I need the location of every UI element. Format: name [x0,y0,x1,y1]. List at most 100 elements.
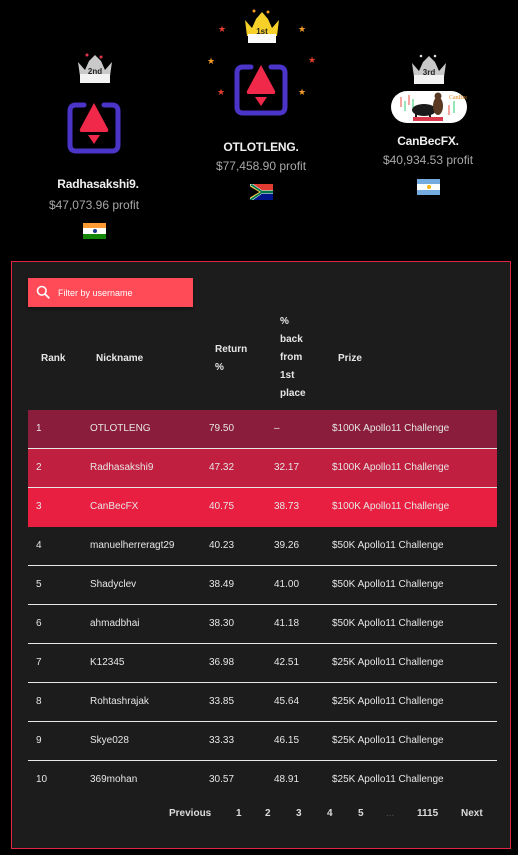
cell-rank: 9 [36,735,42,746]
cell-back: – [274,423,280,434]
cell-nickname: Rohtashrajak [90,696,149,707]
crown-rank-label: 2nd [88,67,102,76]
header-back-from-first[interactable]: % back from 1st place [280,313,306,403]
cell-back: 41.00 [274,579,300,590]
cell-nickname: CanBecFX [90,501,139,512]
cell-return: 33.33 [209,735,235,746]
cell-return: 38.49 [209,579,235,590]
header-return[interactable]: Return % [215,341,247,377]
table-row[interactable]: 8 Rohtashrajak 33.85 45.64 $25K Apollo11… [28,683,497,722]
pagination: Previous 1 2 3 4 5 ... 1115 Next [12,800,512,830]
table-row[interactable]: 4 manuelherreragt29 40.23 39.26 $50K Apo… [28,527,497,566]
cell-nickname: manuelherreragt29 [90,540,175,551]
podium-profit: $47,073.96 profit [48,198,140,212]
table-row[interactable]: 9 Skye028 33.33 46.15 $25K Apollo11 Chal… [28,722,497,761]
cell-back: 48.91 [274,774,300,785]
search-icon [36,285,50,299]
page-3-button[interactable]: 3 [296,808,302,819]
last-page-button[interactable]: 1115 [417,808,438,819]
header-return-line: % [215,362,224,373]
podium-profit: $40,934.53 profit [382,153,474,167]
table-header: Rank Nickname Return % % back from 1st p… [28,316,497,406]
table-row[interactable]: 7 K12345 36.98 42.51 $25K Apollo11 Chall… [28,644,497,683]
cell-back: 41.18 [274,618,300,629]
cell-rank: 10 [36,774,48,785]
argentina-flag-icon [417,179,440,195]
cell-prize: $50K Apollo11 Challenge [332,579,444,590]
south-africa-flag-icon [250,184,273,200]
cell-nickname: 369mohan [90,774,138,785]
india-flag-icon [83,223,106,239]
header-return-line: Return [215,344,248,355]
table-row[interactable]: 3 CanBecFX 40.75 38.73 $100K Apollo11 Ch… [28,488,497,527]
brand-logo-avatar [234,64,288,116]
cell-nickname: OTLOTLENG [90,423,151,434]
cell-return: 36.98 [209,657,235,668]
table-row[interactable]: 5 Shadyclev 38.49 41.00 $50K Apollo11 Ch… [28,566,497,605]
podium-name: CanBecFX. [397,134,459,148]
header-nickname[interactable]: Nickname [96,350,143,368]
cell-rank: 5 [36,579,42,590]
cell-rank: 1 [36,423,42,434]
table-row[interactable]: 2 Radhasakshi9 47.32 32.17 $100K Apollo1… [28,449,497,488]
cell-return: 38.30 [209,618,235,629]
cell-prize: $100K Apollo11 Challenge [332,462,450,473]
cell-prize: $25K Apollo11 Challenge [332,657,444,668]
cell-rank: 3 [36,501,42,512]
cell-nickname: Skye028 [90,735,129,746]
brand-logo-avatar [67,102,121,154]
table-row[interactable]: 6 ahmadbhai 38.30 41.18 $50K Apollo11 Ch… [28,605,497,644]
next-page-button[interactable]: Next [461,808,483,819]
cell-return: 30.57 [209,774,235,785]
cell-nickname: Radhasakshi9 [90,462,154,473]
cell-back: 39.26 [274,540,300,551]
leaderboard-rows: 1 OTLOTLENG 79.50 – $100K Apollo11 Chall… [28,410,497,799]
header-prize[interactable]: Prize [338,350,362,368]
cell-return: 33.85 [209,696,235,707]
podium-name: Radhasakshi9. [57,177,139,191]
page-2-button[interactable]: 2 [265,808,271,819]
cell-back: 38.73 [274,501,300,512]
cell-prize: $25K Apollo11 Challenge [332,774,444,785]
header-back-line: from [280,352,303,363]
cell-return: 40.23 [209,540,235,551]
table-row[interactable]: 10 369mohan 30.57 48.91 $25K Apollo11 Ch… [28,761,497,799]
star-icon: ★ [217,87,226,97]
username-filter[interactable] [28,278,193,307]
table-row[interactable]: 1 OTLOTLENG 79.50 – $100K Apollo11 Chall… [28,410,497,449]
header-back-line: 1st [280,370,295,381]
page-1-button[interactable]: 1 [236,808,242,819]
username-filter-input[interactable] [58,278,188,307]
page-ellipsis: ... [386,808,395,819]
cell-return: 47.32 [209,462,235,473]
previous-page-button[interactable]: Previous [169,808,211,819]
silver-crown-icon: 3rd [412,54,446,84]
page-5-button[interactable]: 5 [358,808,364,819]
podium: 2nd Radhasakshi9. $47,073.96 profit 1st … [0,0,518,260]
cell-rank: 8 [36,696,42,707]
crown-rank-label: 3rd [423,68,436,77]
header-rank[interactable]: Rank [41,350,65,368]
crown-rank-label: 1st [256,27,268,36]
cell-prize: $50K Apollo11 Challenge [332,618,444,629]
bull-bear-avatar: CanBec [391,91,467,123]
cell-prize: $100K Apollo11 Challenge [332,501,450,512]
cell-return: 79.50 [209,423,235,434]
header-back-line: % [280,316,289,327]
page-4-button[interactable]: 4 [327,808,333,819]
cell-rank: 6 [36,618,42,629]
silver-crown-icon: 2nd [78,53,112,83]
header-back-line: back [280,334,303,345]
cell-return: 40.75 [209,501,235,512]
cell-prize: $25K Apollo11 Challenge [332,735,444,746]
star-icon: ★ [308,55,317,65]
cell-back: 46.15 [274,735,300,746]
cell-back: 32.17 [274,462,300,473]
cell-rank: 7 [36,657,42,668]
cell-nickname: Shadyclev [90,579,137,590]
cell-rank: 4 [36,540,42,551]
svg-text:CanBec: CanBec [449,95,467,101]
star-icon: ★ [298,87,307,97]
cell-nickname: K12345 [90,657,125,668]
cell-prize: $100K Apollo11 Challenge [332,423,450,434]
